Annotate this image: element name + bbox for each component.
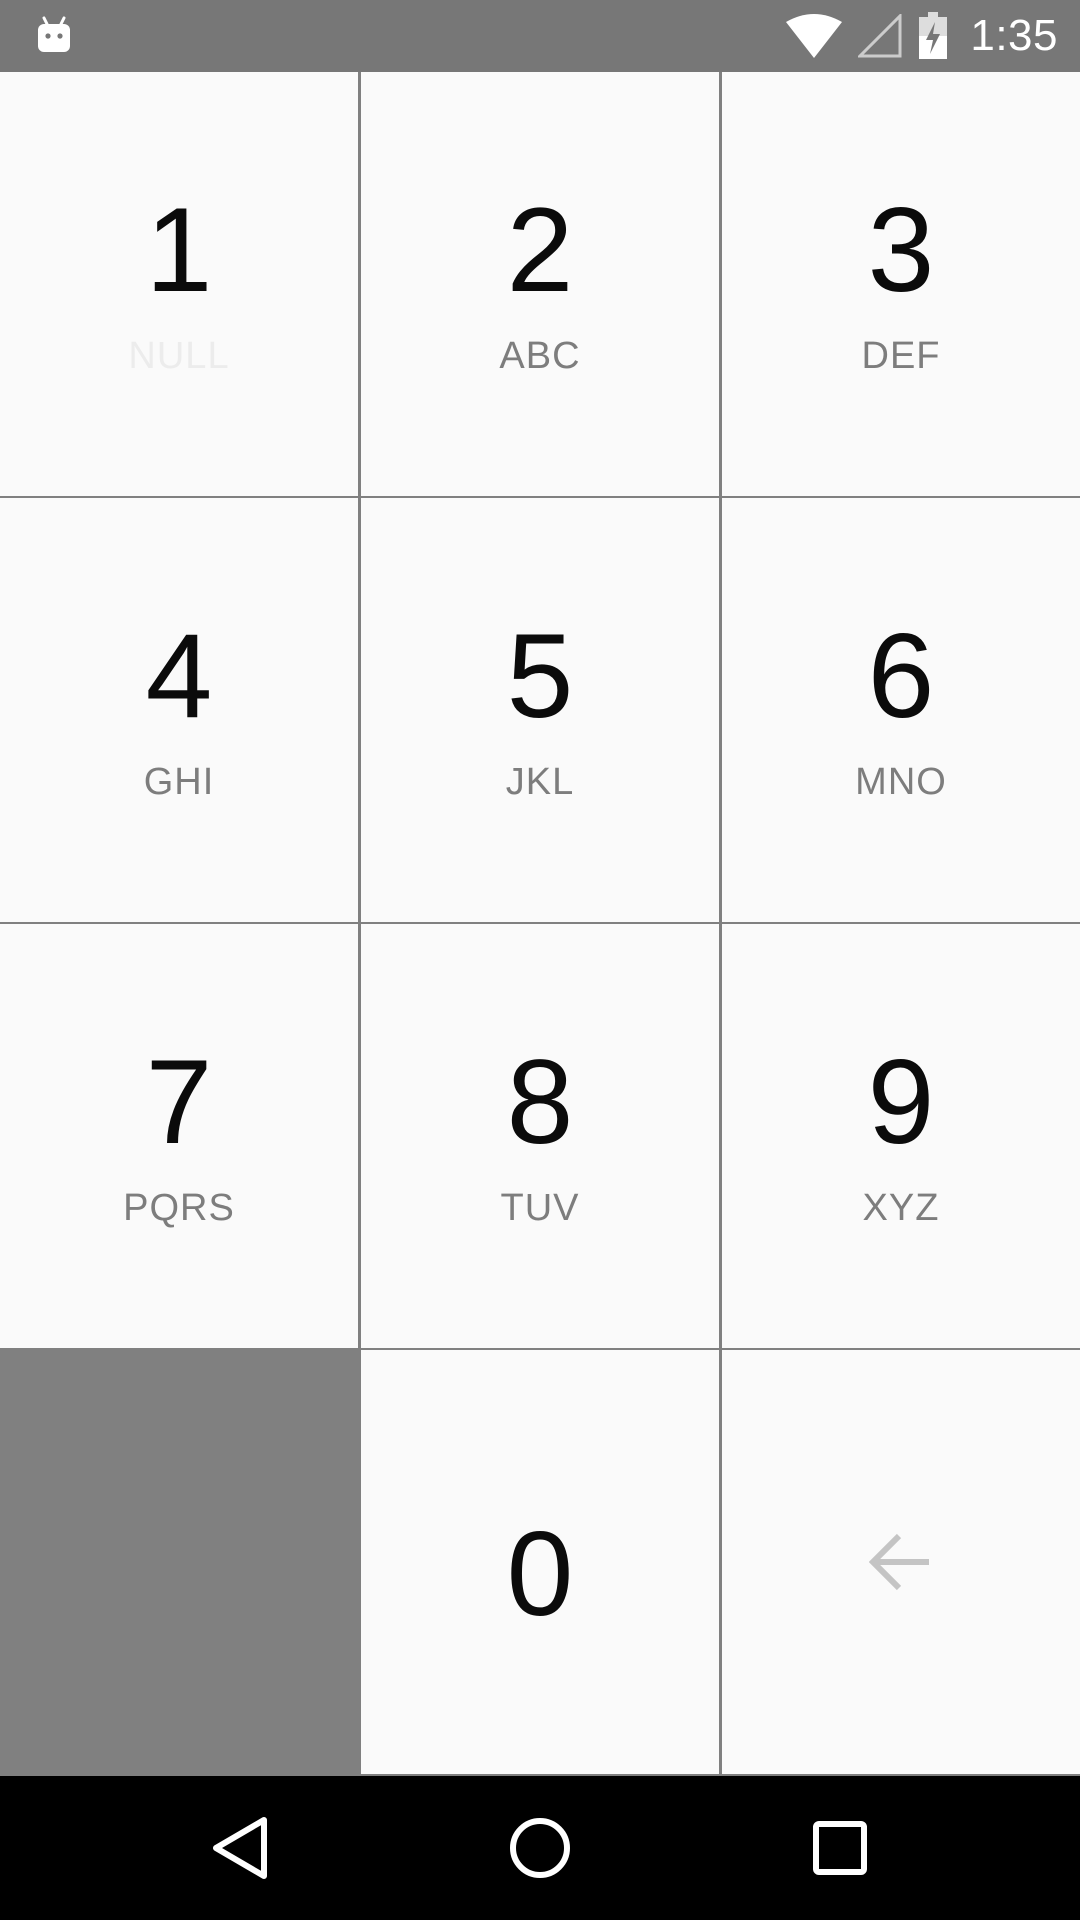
key-letters: DEF (861, 335, 941, 377)
key-digit: 8 (506, 1035, 574, 1169)
key-letters: ABC (499, 335, 581, 377)
key-digit: 9 (867, 1035, 935, 1169)
key-digit: 3 (867, 183, 935, 317)
battery-charging-icon (919, 12, 948, 59)
wifi-icon (786, 14, 843, 58)
key-4[interactable]: 4 GHI (0, 498, 358, 922)
backspace-button[interactable] (722, 1350, 1080, 1774)
home-button[interactable] (490, 1798, 590, 1898)
key-1[interactable]: 1 NULL (0, 72, 358, 496)
navigation-bar (0, 1776, 1080, 1920)
key-letters: GHI (143, 761, 215, 803)
key-digit: 2 (506, 183, 574, 317)
key-digit: 4 (145, 609, 213, 743)
key-2[interactable]: 2 ABC (361, 72, 719, 496)
key-digit: 7 (145, 1035, 213, 1169)
key-letters: XYZ (862, 1187, 940, 1229)
signal-icon (858, 14, 902, 58)
android-icon (38, 16, 70, 52)
dial-keypad: 1 NULL 2 ABC 3 DEF 4 GHI 5 JKL 6 MNO 7 P… (0, 72, 1080, 1776)
backspace-arrow-icon (869, 1533, 929, 1591)
status-time: 1:35 (970, 11, 1058, 60)
key-digit: 1 (145, 183, 213, 317)
status-bar: 1:35 (0, 0, 1080, 72)
home-icon (510, 1818, 570, 1878)
key-letters: JKL (505, 761, 575, 803)
key-letters: MNO (855, 761, 947, 803)
key-5[interactable]: 5 JKL (361, 498, 719, 922)
key-8[interactable]: 8 TUV (361, 924, 719, 1348)
back-button[interactable] (190, 1798, 290, 1898)
key-7[interactable]: 7 PQRS (0, 924, 358, 1348)
key-letters: TUV (500, 1187, 580, 1229)
key-digit: 5 (506, 609, 574, 743)
key-6[interactable]: 6 MNO (722, 498, 1080, 922)
recents-button[interactable] (790, 1798, 890, 1898)
key-blank (0, 1350, 358, 1774)
back-icon (213, 1817, 267, 1879)
key-letters: NULL (128, 335, 230, 377)
key-0[interactable]: 0 (361, 1350, 719, 1774)
key-digit: 6 (867, 609, 935, 743)
key-digit: 0 (506, 1507, 574, 1641)
key-9[interactable]: 9 XYZ (722, 924, 1080, 1348)
key-letters: PQRS (123, 1187, 235, 1229)
recents-icon (813, 1821, 867, 1875)
key-3[interactable]: 3 DEF (722, 72, 1080, 496)
